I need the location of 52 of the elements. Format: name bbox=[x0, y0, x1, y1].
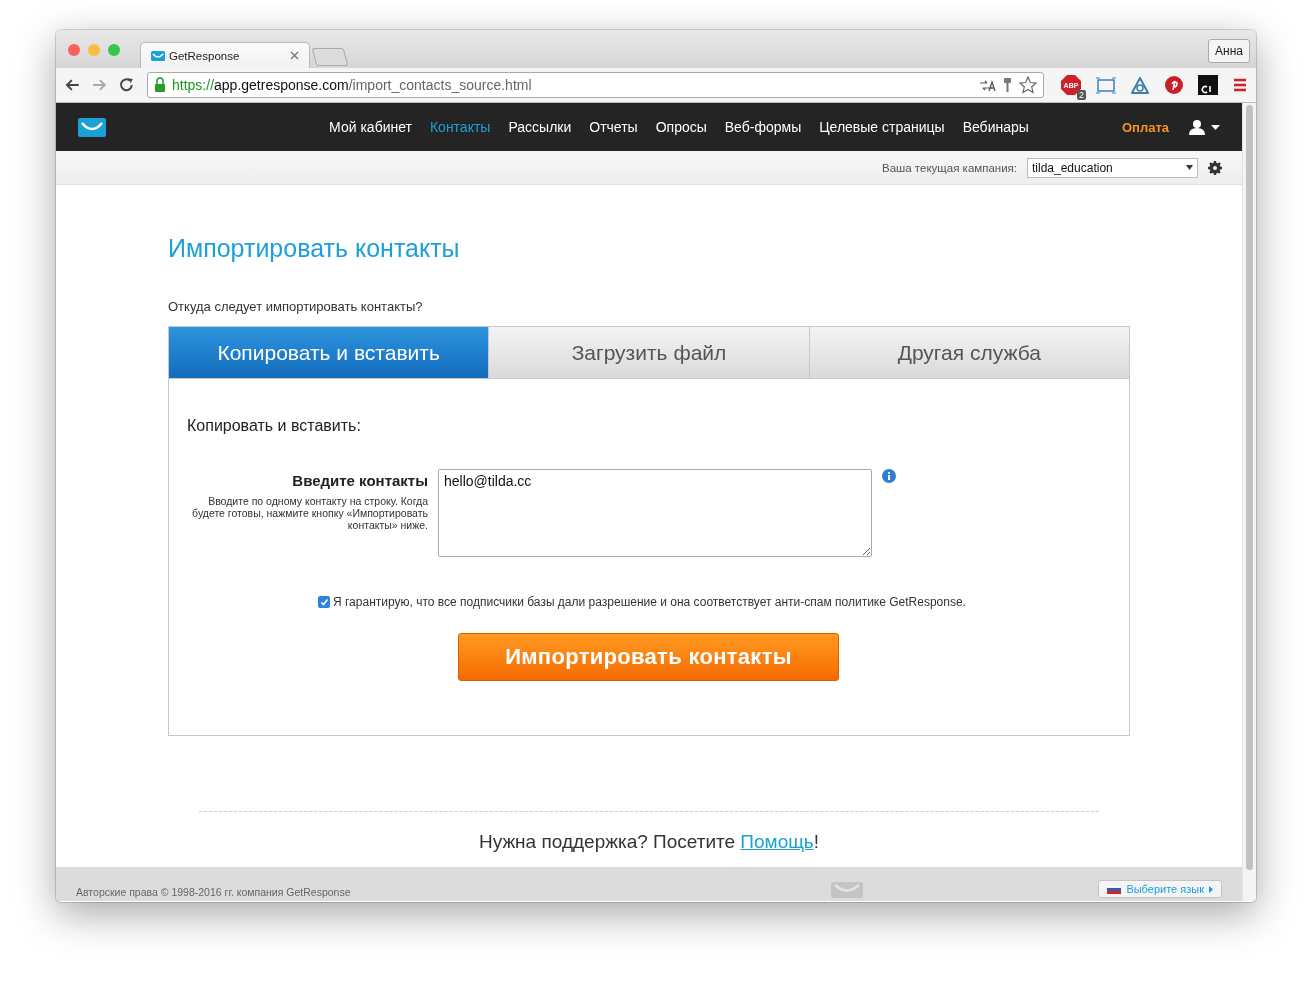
close-window-button[interactable] bbox=[68, 44, 80, 56]
nav-link[interactable]: Контакты bbox=[429, 119, 491, 135]
nav-link[interactable]: Веб-формы bbox=[724, 119, 802, 135]
screen-capture-icon[interactable] bbox=[1096, 75, 1116, 95]
source-question: Откуда следует импортировать контакты? bbox=[168, 299, 424, 314]
extension-icon[interactable] bbox=[1198, 75, 1218, 95]
nav-link[interactable]: Мой кабинет bbox=[329, 119, 412, 135]
key-icon[interactable] bbox=[1002, 77, 1013, 93]
reload-icon[interactable] bbox=[119, 77, 135, 93]
consent-checkbox[interactable] bbox=[318, 596, 330, 608]
field-hint: Вводите по одному контакту на строку. Когда будете готовы, нажмите кнопку «Импортировать контакты» ниже. bbox=[191, 495, 428, 531]
nav-link[interactable]: Рассылки bbox=[508, 119, 572, 135]
panel-heading: Копировать и вставить: bbox=[187, 417, 362, 435]
source-tab[interactable]: Другая служба bbox=[808, 327, 1129, 378]
menu-icon[interactable] bbox=[1232, 77, 1248, 93]
consent-label: Я гарантирую, что все подписчики базы дали разрешение и она соответствует анти-спам политике GetResponse. bbox=[333, 595, 966, 609]
nav-link[interactable]: Вебинары bbox=[962, 119, 1029, 135]
logo-icon[interactable] bbox=[78, 117, 106, 137]
count-badge: 2 bbox=[1077, 90, 1086, 100]
profile-button[interactable]: Анна bbox=[1208, 39, 1250, 63]
support-text: Нужна поддержка? Посетите Помощь! bbox=[478, 831, 820, 853]
settings-icon[interactable] bbox=[1208, 160, 1222, 175]
star-icon[interactable] bbox=[1019, 76, 1037, 94]
caret-icon[interactable] bbox=[1211, 124, 1220, 130]
user-icon[interactable] bbox=[1189, 119, 1205, 135]
address-bar[interactable]: https://app.getresponse.com/import_contacts_source.html bbox=[147, 72, 1044, 98]
lock-icon bbox=[154, 77, 166, 93]
source-tab[interactable]: Загрузить файл bbox=[488, 327, 809, 378]
logo-icon bbox=[831, 882, 864, 898]
source-tab[interactable]: Копировать и вставить bbox=[169, 327, 489, 378]
drop-icon[interactable] bbox=[1130, 75, 1150, 95]
nav-link[interactable]: Отчеты bbox=[589, 119, 638, 135]
flag-icon bbox=[1107, 884, 1122, 894]
arrow-right-icon bbox=[1209, 885, 1213, 893]
info-icon[interactable] bbox=[882, 469, 896, 483]
copyright-text: Авторские права © 1998-2016 гг. компания GetResponse bbox=[76, 886, 352, 898]
field-label: Введите контакты bbox=[291, 472, 428, 489]
close-tab-icon[interactable] bbox=[290, 51, 299, 60]
pin-icon[interactable] bbox=[1164, 75, 1184, 95]
contacts-input-field[interactable]: hello@tilda.cc bbox=[438, 469, 872, 557]
scrollbar[interactable] bbox=[1242, 103, 1256, 901]
nav-link[interactable]: Опросы bbox=[655, 119, 707, 135]
envelope-icon bbox=[151, 49, 165, 62]
campaign-select[interactable]: tilda_education bbox=[1027, 157, 1198, 178]
nav-link[interactable]: Целевые страницы bbox=[819, 119, 945, 135]
payment-link[interactable]: Оплата bbox=[1121, 119, 1169, 135]
page-title: Импортировать контакты bbox=[168, 233, 461, 263]
checkmark-icon bbox=[319, 598, 329, 606]
dropdown-arrow-icon bbox=[1186, 165, 1193, 170]
browser-tab[interactable]: GetResponse bbox=[140, 42, 310, 68]
back-icon[interactable] bbox=[64, 77, 82, 93]
campaign-label: Ваша текущая кампания: bbox=[882, 161, 1017, 174]
